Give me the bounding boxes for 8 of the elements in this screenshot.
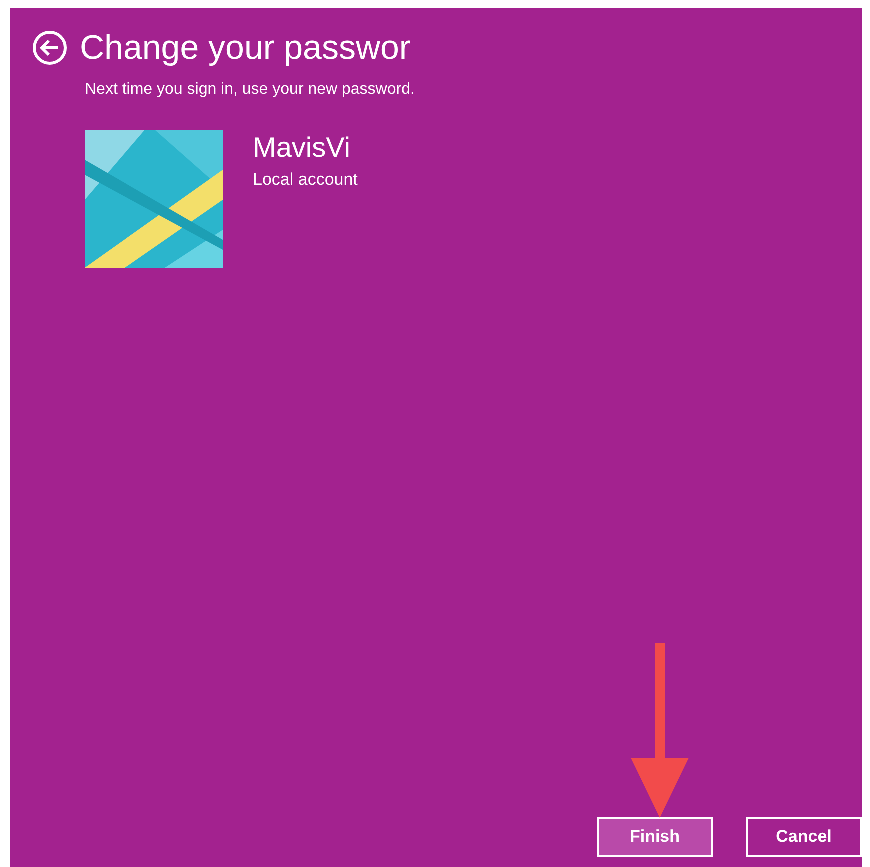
arrow-icon <box>631 643 689 818</box>
cancel-button[interactable]: Cancel <box>746 817 862 857</box>
page-title: Change your passwor <box>80 31 411 65</box>
back-icon[interactable] <box>32 30 68 66</box>
finish-button[interactable]: Finish <box>597 817 713 857</box>
page-subtitle: Next time you sign in, use your new password. <box>85 80 416 100</box>
account-type: Local account <box>253 169 358 191</box>
account-name: MavisVi <box>253 131 352 165</box>
